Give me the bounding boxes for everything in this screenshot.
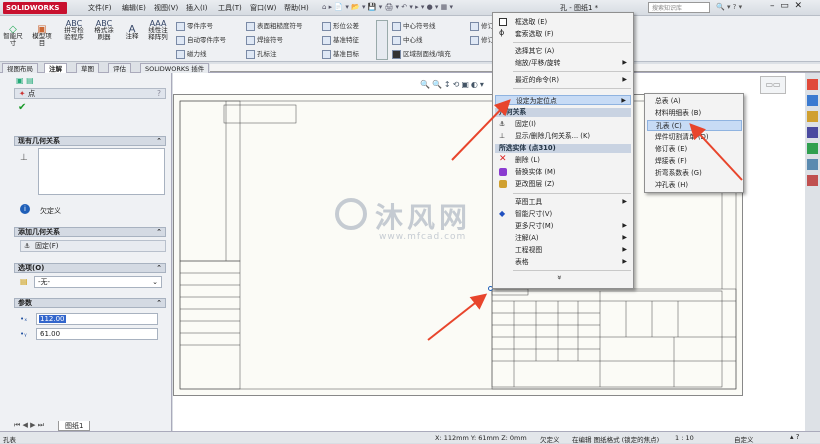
sheet-tab[interactable]: 图纸1 (58, 421, 91, 431)
status-scale[interactable]: 1 : 10 (675, 434, 694, 442)
status-bar: 孔表 X: 112mm Y: 61mm Z: 0mm 欠定义 在编辑 图纸格式 … (0, 431, 820, 444)
arrow-to-set-anchor (451, 99, 511, 161)
arrow-to-point (427, 293, 488, 341)
annotation-arrows (427, 99, 743, 341)
arrow-to-hole-table (689, 123, 743, 181)
sheet-nav-icons[interactable]: ⏮ ◀ ▶ ⏭ (14, 421, 44, 430)
status-coordinates: X: 112mm Y: 61mm Z: 0mm (435, 434, 527, 442)
status-icons[interactable]: ▴ ? (790, 433, 799, 441)
